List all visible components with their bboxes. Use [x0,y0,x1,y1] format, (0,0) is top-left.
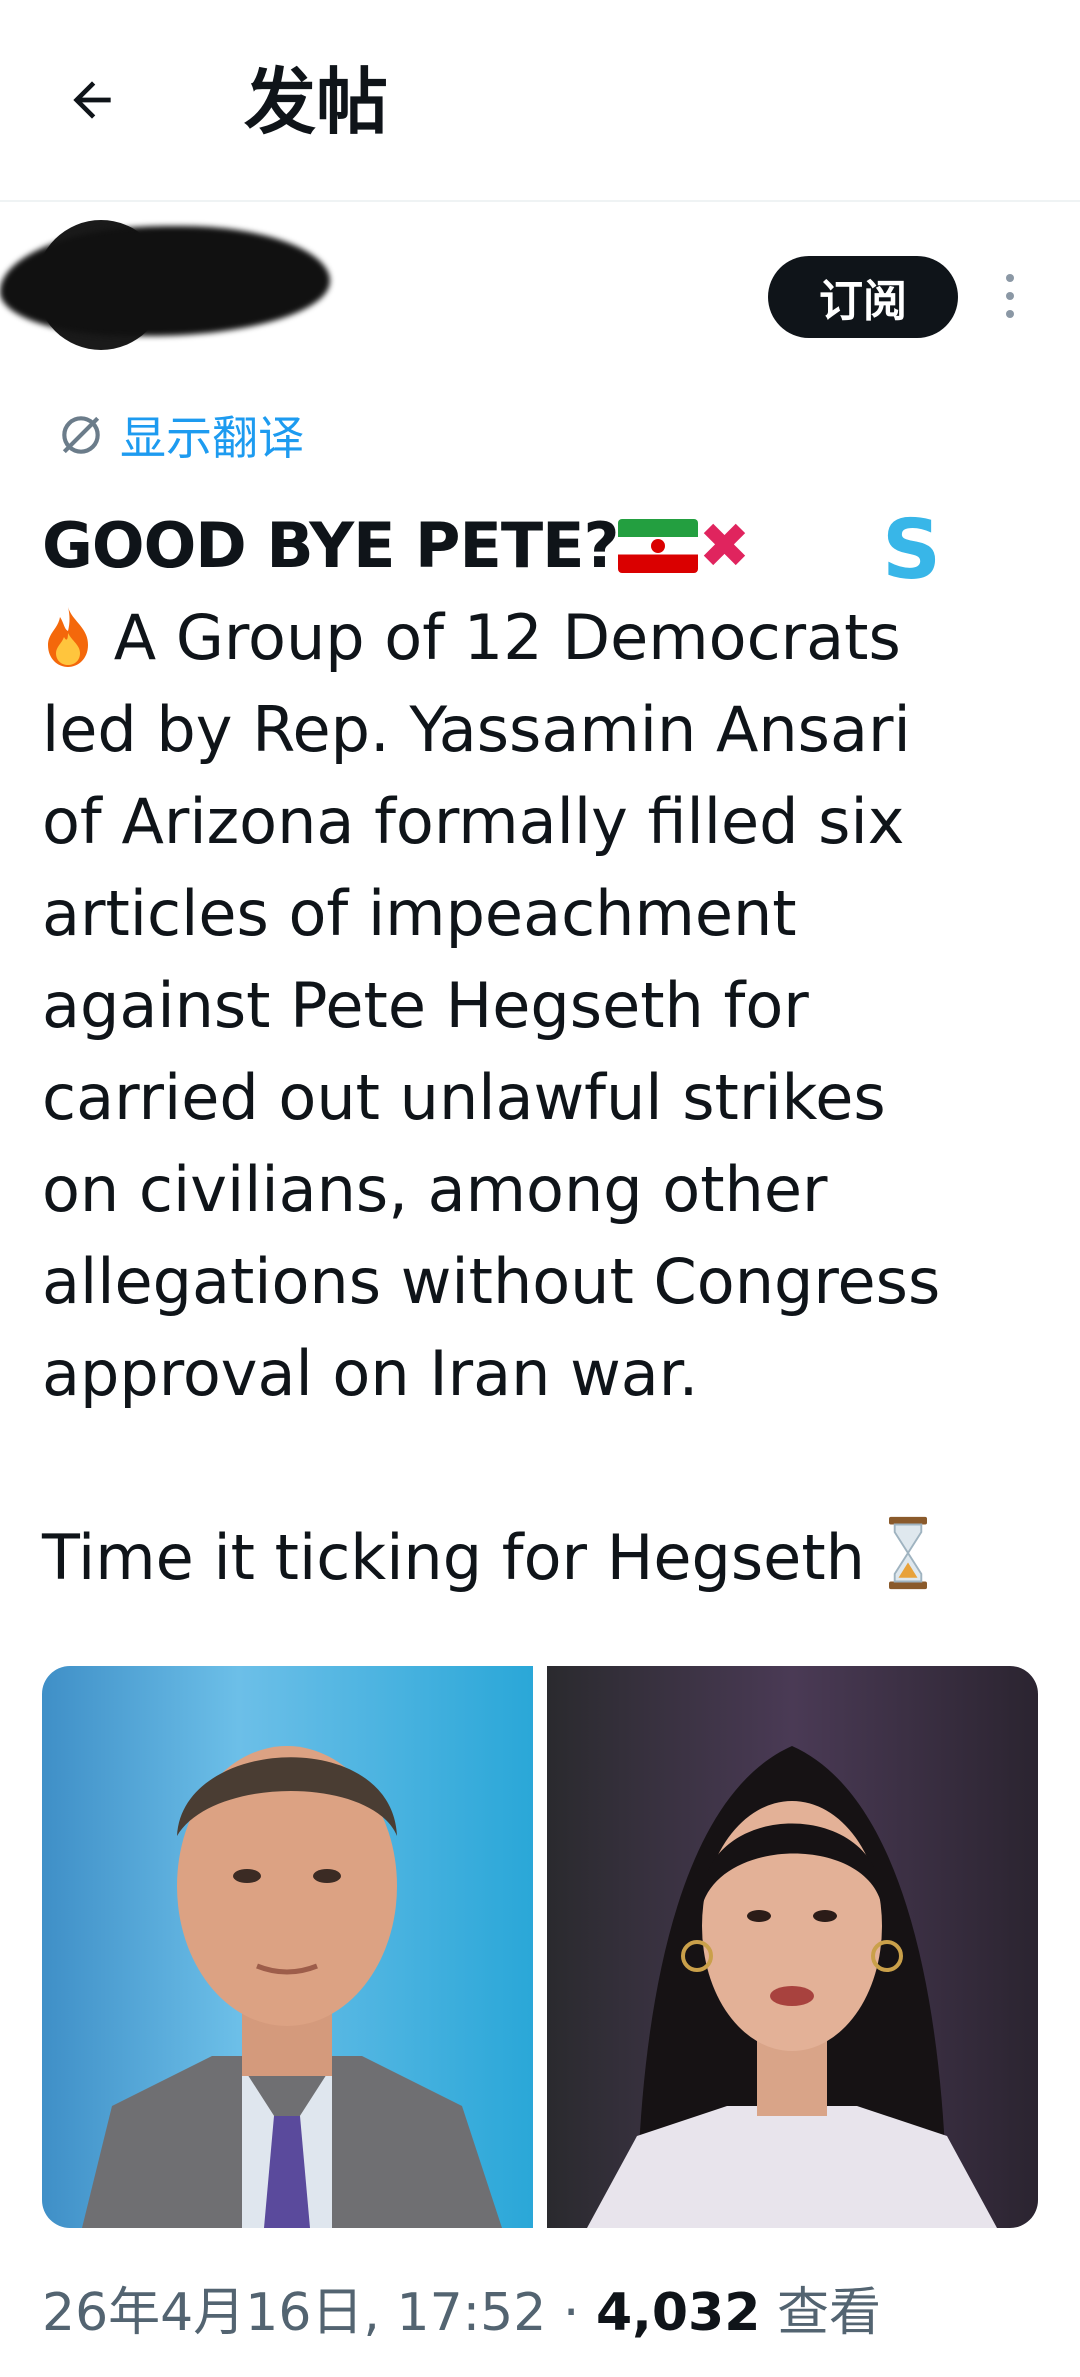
redacted-author-name [0,226,330,336]
tweet-line: articles of impeachment [42,877,797,950]
page-title: 发帖 [244,60,389,144]
dot-icon [1006,274,1014,282]
author-row: 订阅 [0,210,1080,410]
view-count-label: 查看 [760,2283,881,2343]
man-portrait-illustration [82,1746,502,2228]
tweet-line: approval on Iran war. [42,1337,699,1410]
tweet-line: allegations without Congress [42,1245,941,1318]
tweet-timestamp: 26年4月16日, 17:52 · [42,2283,596,2343]
subscribe-button[interactable]: 订阅 [768,256,958,338]
tweet-detail-page: 发帖 订阅 显示翻译 S GOOD BYE PETE? ✖ A Group of … [0,0,1080,2377]
tweet-line: on civilians, among other [42,1153,828,1226]
tweet-line: of Arizona formally filled six [42,785,905,858]
cross-mark-icon: ✖ [698,509,750,582]
tweet-line: against Pete Hegseth for [42,969,809,1042]
tweet-line: led by Rep. Yassamin Ansari [42,693,911,766]
tweet-closing: Time it ticking for Hegseth [42,1521,865,1594]
translate-icon [62,416,100,454]
tweet-media[interactable] [42,1666,1038,2228]
top-bar: 发帖 [0,0,1080,202]
tweet-line: carried out unlawful strikes [42,1061,886,1134]
dot-icon [1006,292,1014,300]
tweet-line: A Group of 12 Democrats [42,592,1002,684]
fire-icon [48,607,88,667]
iran-flag-icon [618,519,699,573]
tweet-headline-line: GOOD BYE PETE? ✖ [42,500,1002,592]
photo-woman[interactable] [547,1666,1038,2228]
back-button[interactable] [60,68,124,132]
hourglass-icon [888,1516,927,1590]
arrow-left-icon [73,81,111,119]
tweet-text: GOOD BYE PETE? ✖ A Group of 12 Democrats … [42,500,1002,1604]
dot-icon [1006,310,1014,318]
show-translation-label: 显示翻译 [120,411,304,465]
tweet-closing-line: Time it ticking for Hegseth [42,1512,1002,1604]
tweet-meta: 26年4月16日, 17:52 · 4,032 查看 [42,2278,881,2348]
tweet-line-text: A Group of 12 Democrats [113,601,901,674]
tweet-headline: GOOD BYE PETE? [42,509,619,582]
show-translation-link[interactable]: 显示翻译 [56,400,304,470]
photo-man[interactable] [42,1666,533,2228]
view-count: 4,032 [595,2283,761,2343]
more-options-button[interactable] [992,266,1028,326]
woman-portrait-illustration [587,1746,997,2228]
